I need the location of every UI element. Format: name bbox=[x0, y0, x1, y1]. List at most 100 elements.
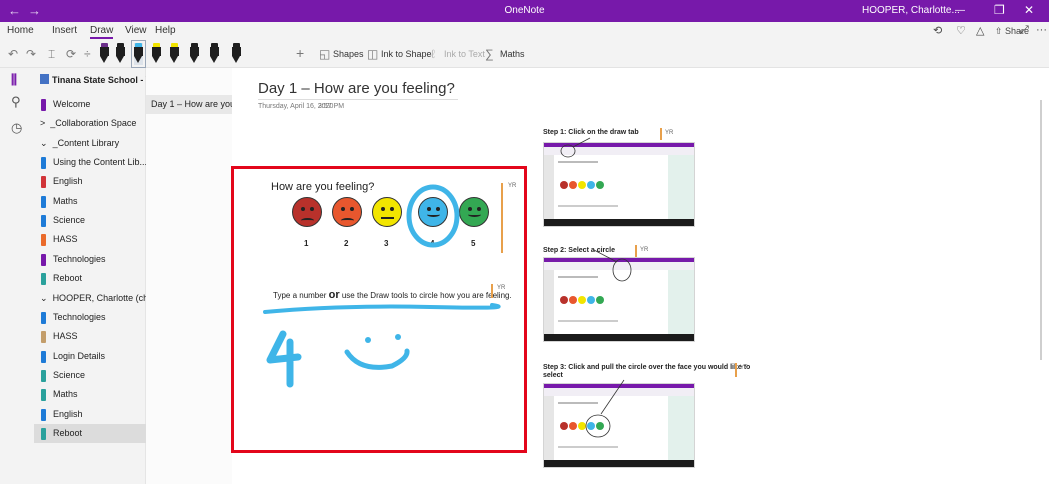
notebook-icon bbox=[40, 74, 49, 84]
section-group[interactable]: ⌄ _Content Library bbox=[40, 138, 119, 149]
section-color-tab bbox=[41, 176, 46, 188]
step-1-label: Step 1: Click on the draw tab bbox=[543, 129, 639, 136]
maximize-icon[interactable]: ❐ bbox=[994, 3, 1005, 17]
user-account[interactable]: HOOPER, Charlotte... bbox=[862, 5, 960, 16]
section-color-tab bbox=[41, 234, 46, 246]
section-label: English bbox=[53, 409, 83, 419]
sticky-notes-icon[interactable]: ⟲ bbox=[933, 24, 942, 37]
vertical-scrollbar[interactable] bbox=[1040, 100, 1042, 360]
lightbulb-icon[interactable]: ♡ bbox=[956, 24, 966, 37]
tab-view[interactable]: View bbox=[125, 25, 147, 36]
add-space-icon[interactable]: ÷ bbox=[84, 47, 91, 61]
face-4 bbox=[418, 197, 448, 227]
pen-tool-5[interactable] bbox=[170, 43, 179, 65]
activity-instruction: Type a number or use the Draw tools to c… bbox=[273, 289, 512, 301]
pages-pane: Day 1 – How are you fe... bbox=[146, 68, 232, 484]
ink-to-text-icon: ℓ bbox=[431, 47, 435, 61]
pen-tool-1[interactable] bbox=[100, 43, 109, 65]
more-options-icon[interactable]: ··· bbox=[1036, 24, 1047, 36]
minimize-icon[interactable]: — bbox=[955, 5, 965, 16]
ink-to-shape-button[interactable]: Ink to Shape bbox=[381, 49, 432, 59]
section-color-tab bbox=[41, 196, 46, 208]
section-group-label: _Collaboration Space bbox=[50, 118, 137, 128]
section-color-tab bbox=[41, 428, 46, 440]
ink-to-shape-icon[interactable]: ◫ bbox=[367, 47, 378, 61]
expand-icon[interactable]: ⤢ bbox=[1020, 24, 1029, 37]
instruction-or: or bbox=[328, 289, 340, 301]
tab-draw[interactable]: Draw bbox=[90, 25, 114, 39]
step-3-screenshot bbox=[543, 383, 695, 468]
section-label: HASS bbox=[53, 234, 78, 244]
tab-insert[interactable]: Insert bbox=[52, 25, 77, 36]
notebooks-icon[interactable]: ⫼ bbox=[11, 72, 17, 88]
step-3-tag: YR bbox=[740, 365, 749, 371]
author-marker-line bbox=[501, 183, 503, 253]
section-color-tab bbox=[41, 99, 46, 111]
tab-help[interactable]: Help bbox=[155, 25, 176, 36]
step-3-label-cont: select bbox=[543, 372, 563, 379]
bell-icon[interactable]: △ bbox=[976, 24, 984, 37]
face-number-5: 5 bbox=[471, 239, 476, 248]
section-label: Login Details bbox=[53, 351, 106, 361]
face-number-1: 1 bbox=[304, 239, 309, 248]
activity-heading: How are you feeling? bbox=[271, 181, 375, 193]
pen-tool-7[interactable] bbox=[210, 43, 219, 65]
instruction-post: use the Draw tools to circle how you are… bbox=[341, 291, 512, 300]
section-color-tab bbox=[41, 409, 46, 421]
draw-toolbar: ↶ ↷ ⌶ ⟳ ÷ + ◱ Shapes ◫ Ink to Shape ℓ In… bbox=[0, 40, 1049, 68]
step-2-screenshot bbox=[543, 257, 695, 342]
maths-button[interactable]: Maths bbox=[500, 49, 525, 59]
face-number-4: 4 bbox=[430, 239, 435, 248]
section-label: Maths bbox=[53, 389, 78, 399]
step-2-label: Step 2: Select a circle bbox=[543, 247, 615, 254]
pen-tool-8[interactable] bbox=[232, 43, 241, 65]
search-icon[interactable]: ⚲ bbox=[11, 94, 21, 110]
sections-pane: Tinana State School - Year 2 ⌄ ⇟ Welcome… bbox=[34, 68, 232, 484]
section-group-label: _Content Library bbox=[52, 138, 120, 148]
tab-home[interactable]: Home bbox=[7, 25, 34, 36]
pen-tool-2[interactable] bbox=[116, 43, 125, 65]
section-color-tab bbox=[41, 389, 46, 401]
title-underline bbox=[258, 99, 458, 100]
add-pen-icon[interactable]: + bbox=[296, 45, 304, 61]
type-select-icon[interactable]: ⌶ bbox=[48, 47, 55, 62]
section-label: HASS bbox=[53, 331, 78, 341]
close-icon[interactable]: ✕ bbox=[1024, 3, 1034, 17]
section-color-tab bbox=[41, 157, 46, 169]
ink-to-text-button[interactable]: Ink to Text bbox=[444, 49, 485, 59]
pen-tool-6[interactable] bbox=[190, 43, 199, 65]
chevron-icon: ⌄ bbox=[40, 138, 48, 148]
section-color-tab bbox=[41, 312, 46, 324]
page-time: 3:57 PM bbox=[318, 103, 345, 110]
page-title[interactable]: Day 1 – How are you feeling? bbox=[258, 80, 455, 97]
section-label: Science bbox=[53, 370, 86, 380]
face-number-2: 2 bbox=[344, 239, 349, 248]
section-label: Welcome bbox=[53, 99, 91, 109]
page-item[interactable]: Day 1 – How are you fe... bbox=[146, 95, 232, 114]
section-color-tab bbox=[41, 370, 46, 382]
step-3-label: Step 3: Click and pull the circle over t… bbox=[543, 364, 751, 371]
section-color-tab bbox=[41, 254, 46, 266]
pen-tool-3[interactable] bbox=[131, 40, 146, 68]
lasso-select-icon[interactable]: ⟳ bbox=[66, 47, 76, 61]
section-group[interactable]: > _Collaboration Space bbox=[40, 118, 136, 128]
author-tag: YR bbox=[508, 183, 517, 189]
section-label: Using the Content Lib... bbox=[53, 157, 148, 167]
face-2 bbox=[332, 197, 362, 227]
pen-tool-4[interactable] bbox=[152, 43, 161, 65]
section-label: Science bbox=[53, 215, 86, 225]
shapes-icon[interactable]: ◱ bbox=[319, 47, 330, 61]
redo-icon[interactable]: ↷ bbox=[26, 47, 36, 61]
recent-icon[interactable]: ◷ bbox=[11, 120, 22, 136]
section-group[interactable]: ⌄ HOOPER, Charlotte (ch... bbox=[40, 293, 156, 304]
step-1-marker bbox=[660, 128, 662, 140]
step-3-marker bbox=[735, 363, 737, 377]
ribbon-tabs: Home Insert Draw View Help ⟲ ♡ △ ⇧ Share… bbox=[0, 22, 1049, 40]
face-5 bbox=[459, 197, 489, 227]
chevron-icon: ⌄ bbox=[40, 293, 48, 303]
chevron-icon: > bbox=[40, 118, 46, 128]
maths-icon[interactable]: ∑ bbox=[485, 47, 494, 61]
shapes-button[interactable]: Shapes bbox=[333, 49, 364, 59]
undo-icon[interactable]: ↶ bbox=[8, 47, 18, 61]
section-group-label: HOOPER, Charlotte (ch... bbox=[52, 293, 156, 303]
